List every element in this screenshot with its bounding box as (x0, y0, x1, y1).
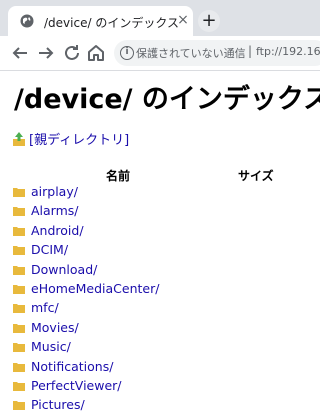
directory-entry[interactable]: Movies/ (13, 320, 79, 339)
security-status: 保護されていない通信 (136, 47, 246, 60)
separator: | (248, 44, 253, 58)
folder-icon (13, 343, 25, 353)
folder-icon (13, 265, 25, 275)
info-icon[interactable]: i (120, 46, 134, 60)
parent-directory-label[interactable]: [親ディレクトリ] (29, 133, 129, 148)
directory-entry-link[interactable]: Android/ (31, 223, 84, 238)
tab-close-icon[interactable]: × (174, 10, 192, 30)
tab-title: /device/ のインデックス (44, 16, 179, 30)
directory-entry[interactable]: PerfectViewer/ (13, 378, 122, 397)
page-title: /device/ のインデックス (14, 84, 320, 115)
folder-icon (13, 285, 25, 294)
directory-entry-link[interactable]: Music/ (31, 339, 71, 354)
directory-entry-link[interactable]: eHomeMediaCenter/ (31, 281, 159, 296)
active-tab[interactable]: /device/ のインデックス × (8, 6, 193, 36)
folder-icon (13, 362, 25, 372)
browser-toolbar: i 保護されていない通信 | ftp://192.16 (0, 36, 320, 71)
directory-entry[interactable]: airplay/ (13, 184, 78, 203)
directory-entry-link[interactable]: mfc/ (31, 300, 59, 315)
column-header-name[interactable]: 名前 (106, 167, 130, 184)
page-content: /device/ のインデックス [親ディレクトリ] 名前 サイズ airpla… (0, 71, 320, 418)
url-text[interactable]: ftp://192.16 (256, 45, 320, 58)
directory-entry[interactable]: Android/ (13, 223, 84, 242)
folder-icon (13, 401, 25, 411)
directory-entry-link[interactable]: Movies/ (31, 320, 79, 335)
directory-entry-link[interactable]: PerfectViewer/ (31, 378, 122, 393)
folder-icon (13, 188, 25, 197)
directory-entry[interactable]: DCIM/ (13, 242, 68, 261)
new-tab-button[interactable]: + (198, 10, 220, 32)
directory-entry[interactable]: Notifications/ (13, 359, 113, 378)
directory-entry-link[interactable]: Alarms/ (31, 203, 79, 218)
home-icon[interactable] (84, 41, 108, 65)
directory-entry[interactable]: eHomeMediaCenter/ (13, 281, 159, 300)
folder-icon (13, 323, 25, 333)
reload-icon[interactable] (60, 41, 84, 65)
address-bar[interactable]: i 保護されていない通信 | ftp://192.16 (114, 40, 320, 66)
folder-icon (13, 226, 25, 236)
column-header-size[interactable]: サイズ (238, 167, 274, 184)
parent-directory-link[interactable]: [親ディレクトリ] (13, 129, 129, 148)
directory-entry-link[interactable]: DCIM/ (31, 242, 68, 257)
folder-icon (13, 207, 25, 217)
directory-entry[interactable]: Music/ (13, 339, 71, 358)
globe-icon (20, 14, 34, 28)
folder-icon (13, 304, 25, 314)
directory-entry[interactable]: Alarms/ (13, 203, 79, 222)
forward-arrow-icon[interactable] (34, 41, 58, 65)
directory-entry-link[interactable]: Notifications/ (31, 359, 113, 374)
tab-strip: /device/ のインデックス × + (0, 0, 320, 36)
directory-entry[interactable]: Pictures/ (13, 397, 85, 416)
up-arrow-folder-icon (13, 132, 25, 146)
directory-entry-link[interactable]: Pictures/ (31, 397, 85, 412)
directory-entry-link[interactable]: airplay/ (31, 184, 78, 199)
directory-entry[interactable]: mfc/ (13, 300, 59, 319)
folder-icon (13, 246, 25, 256)
directory-entry[interactable]: Download/ (13, 262, 97, 281)
directory-entry-link[interactable]: Download/ (31, 262, 97, 277)
back-arrow-icon[interactable] (8, 41, 32, 65)
folder-icon (13, 382, 25, 391)
